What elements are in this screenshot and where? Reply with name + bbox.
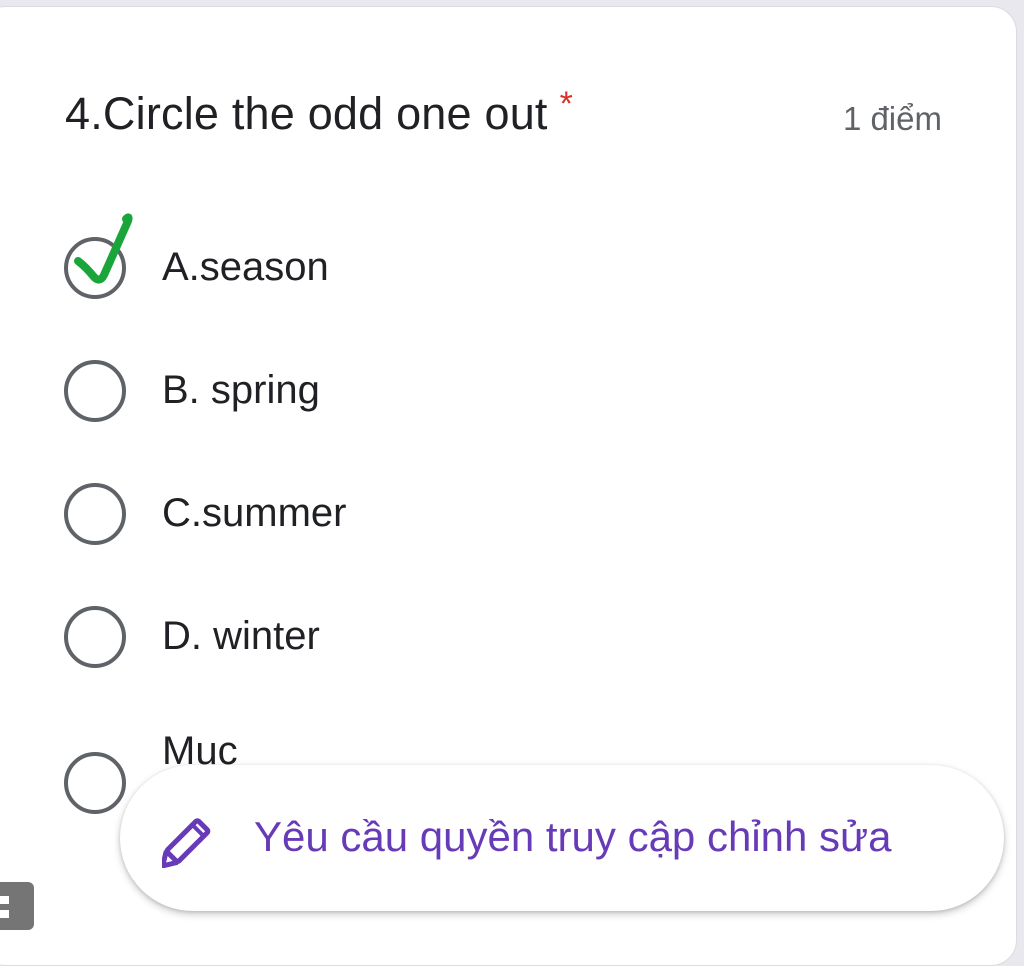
- option-label: C.summer: [162, 491, 347, 535]
- menu-dot: [0, 910, 9, 918]
- option-b[interactable]: B. spring: [64, 360, 764, 422]
- option-c[interactable]: C.summer: [64, 483, 764, 545]
- menu-dot: [0, 896, 9, 904]
- menu-button[interactable]: [0, 882, 34, 930]
- option-label: B. spring: [162, 368, 320, 412]
- request-edit-access-label: Yêu cầu quyền truy cập chỉnh sửa: [254, 813, 892, 860]
- radio-button[interactable]: [64, 606, 126, 668]
- required-asterisk: *: [559, 85, 574, 123]
- pencil-icon: [162, 818, 211, 868]
- points-label: 1 điểm: [842, 100, 942, 137]
- question-text: 4.Circle the odd one out: [65, 88, 548, 139]
- option-label: A.season: [162, 245, 329, 289]
- question-title: 4.Circle the odd one out *: [65, 85, 574, 140]
- radio-button[interactable]: [64, 360, 126, 422]
- option-d[interactable]: D. winter: [64, 606, 764, 668]
- radio-button[interactable]: [64, 483, 126, 545]
- option-label: D. winter: [162, 614, 320, 658]
- radio-button[interactable]: [64, 237, 126, 299]
- request-edit-access-button[interactable]: Yêu cầu quyền truy cập chỉnh sửa: [120, 765, 1004, 911]
- radio-button[interactable]: [64, 752, 126, 814]
- option-a[interactable]: A.season: [64, 213, 764, 299]
